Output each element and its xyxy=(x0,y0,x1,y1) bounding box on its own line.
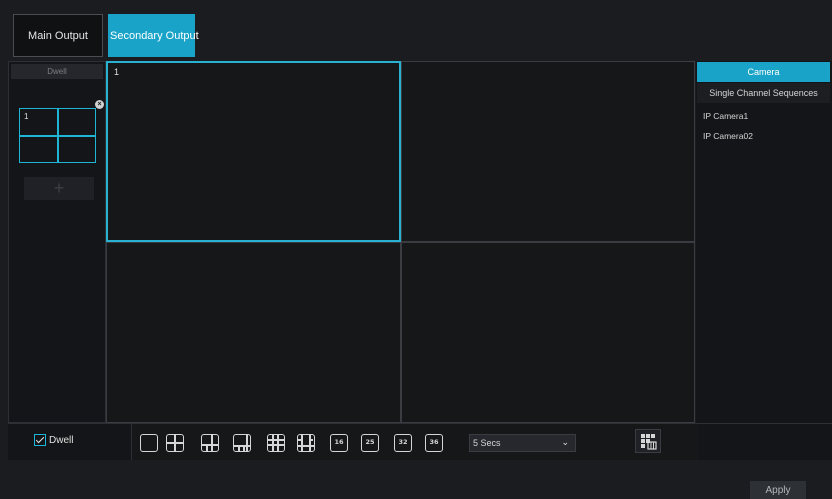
chevron-down-icon: ⌄ xyxy=(561,437,569,447)
dwell-interval-value: 5 Secs xyxy=(473,438,501,448)
dwell-checkbox-label: Dwell xyxy=(49,434,74,446)
preview-cell-4[interactable] xyxy=(401,242,695,423)
layout-36-button[interactable]: 36 xyxy=(425,434,443,452)
add-layout-button[interactable]: + xyxy=(24,177,94,200)
custom-layout-icon xyxy=(641,434,657,450)
layout-25-label: 25 xyxy=(365,438,375,446)
close-icon[interactable]: × xyxy=(95,100,104,109)
layout-36-label: 36 xyxy=(429,438,439,446)
layout-button-group: 16 25 32 36 5 Secs ⌄ xyxy=(131,424,698,461)
camera-panel: Camera Single Channel Sequences IP Camer… xyxy=(696,61,832,423)
layout-16-label: 16 xyxy=(334,438,344,446)
bottom-toolbar: Dwell 16 25 32 36 5 Secs ⌄ xyxy=(8,423,832,461)
output-tabbar: Main Output Secondary Output xyxy=(0,0,832,60)
layout-10-button[interactable] xyxy=(297,434,315,452)
tab-secondary-output[interactable]: Secondary Output xyxy=(108,14,199,57)
tab-single-channel-sequences[interactable]: Single Channel Sequences xyxy=(697,83,830,103)
preview-cell-2[interactable] xyxy=(401,61,695,242)
thumb-divider-horizontal xyxy=(20,135,95,137)
dwell-header: Dwell xyxy=(11,64,103,79)
camera-list-item[interactable]: IP Camera02 xyxy=(703,131,753,141)
checkbox-icon xyxy=(34,434,46,446)
layout-list-panel: Dwell 1 × + xyxy=(8,61,106,423)
custom-layout-button[interactable] xyxy=(635,429,661,453)
layout-8-button[interactable] xyxy=(233,434,251,452)
layout-32-label: 32 xyxy=(398,438,408,446)
tab-camera[interactable]: Camera xyxy=(697,62,830,82)
cell-number: 1 xyxy=(114,67,120,77)
preview-grid: 1 xyxy=(106,61,695,423)
dwell-interval-select[interactable]: 5 Secs ⌄ xyxy=(469,434,576,452)
camera-list-item[interactable]: IP Camera1 xyxy=(703,111,748,121)
dwell-checkbox[interactable]: Dwell xyxy=(34,434,73,446)
plus-icon: + xyxy=(53,178,65,198)
preview-cell-3[interactable] xyxy=(106,242,401,423)
footer-bar: Apply xyxy=(0,460,832,499)
layout-4-button[interactable] xyxy=(166,434,184,452)
layout-32-button[interactable]: 32 xyxy=(394,434,412,452)
preview-cell-1[interactable]: 1 xyxy=(106,61,401,242)
layout-thumbnail[interactable]: 1 xyxy=(19,108,96,163)
tab-main-output[interactable]: Main Output xyxy=(13,14,103,57)
secondary-output-window: Main Output Secondary Output Dwell 1 × +… xyxy=(0,0,832,499)
layout-9-button[interactable] xyxy=(267,434,285,452)
layout-25-button[interactable]: 25 xyxy=(361,434,379,452)
layout-16-button[interactable]: 16 xyxy=(330,434,348,452)
apply-button[interactable]: Apply xyxy=(750,481,806,499)
layout-6-button[interactable] xyxy=(201,434,219,452)
layout-1-button[interactable] xyxy=(140,434,158,452)
thumb-number: 1 xyxy=(24,112,29,121)
